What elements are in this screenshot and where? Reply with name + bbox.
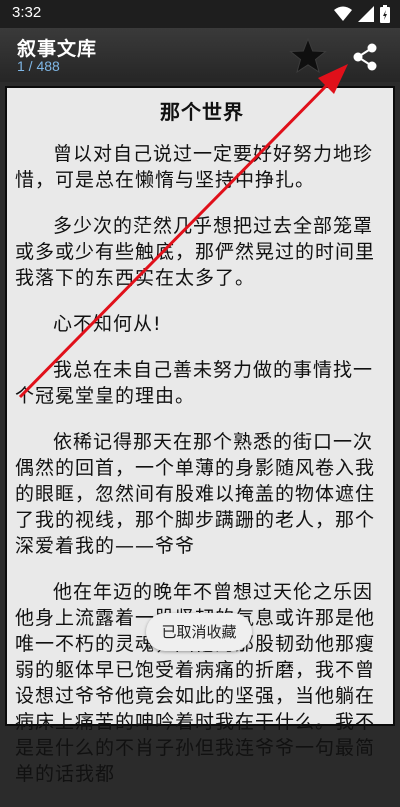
share-icon <box>353 43 377 71</box>
status-bar: 3:32 <box>0 0 400 28</box>
battery-icon <box>380 5 390 23</box>
status-icons <box>334 5 390 23</box>
toast-message: 已取消收藏 <box>146 613 252 651</box>
article-paragraph: 他在年迈的晚年不曾想过天伦之乐因他身上流露着一股坚韧的气息或许那是他唯一不朽的灵… <box>15 581 376 785</box>
star-icon <box>289 37 327 74</box>
article-title: 那个世界 <box>160 100 244 124</box>
favorite-button[interactable] <box>288 36 328 76</box>
wifi-icon <box>334 6 352 21</box>
page-counter: 1 / 488 <box>17 58 60 74</box>
article-paragraph: 曾以对自己说过一定要好好努力地珍惜，可是总在懒惰与坚持中挣扎。 <box>15 143 374 191</box>
cellular-signal-icon <box>358 6 374 22</box>
article-paragraph: 我总在未自己善未努力做的事情找一个冠冕堂皇的理由。 <box>15 359 374 407</box>
article-paragraph: 心不知何从! <box>53 313 162 335</box>
app-title: 叙事文库 <box>17 38 98 60</box>
status-time: 3:32 <box>12 4 42 21</box>
article-paragraph: 依稀记得那天在那个熟悉的街口一次偶然的回首，一个单薄的身影随风卷入我的眼眶，忽然… <box>15 431 376 557</box>
app-bar: 叙事文库 1 / 488 <box>0 28 400 82</box>
article-body: 那个世界 曾以对自己说过一定要好好努力地珍惜，可是总在懒惰与坚持中挣扎。 多少次… <box>15 92 389 807</box>
article-paragraph: 多少次的茫然几乎想把过去全部笼罩或多或少有些触底，那俨然晃过的时间里我落下的东西… <box>15 215 376 289</box>
share-button[interactable] <box>348 40 382 74</box>
